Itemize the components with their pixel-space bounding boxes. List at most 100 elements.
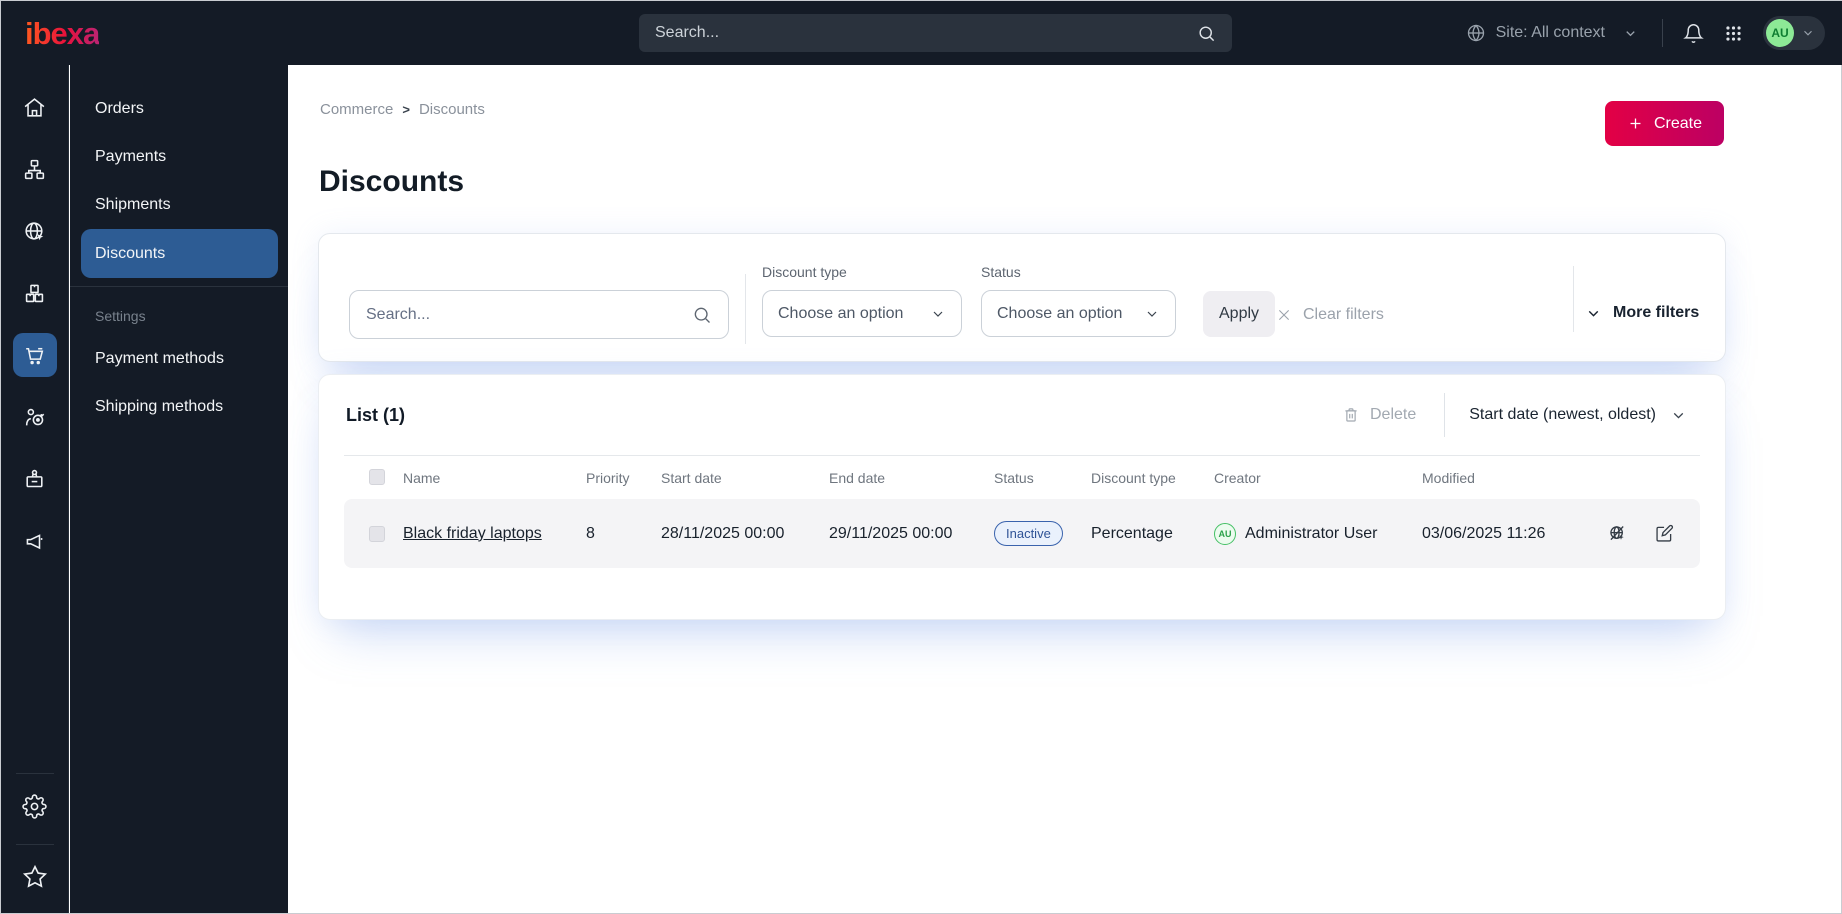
site-context-switcher[interactable]: Site: All context [1466, 23, 1638, 43]
main-content: Commerce > Discounts Create Discounts Di… [288, 65, 1841, 913]
col-priority: Priority [586, 470, 630, 486]
creator-avatar: AU [1214, 522, 1236, 545]
status-label: Status [981, 264, 1021, 280]
filter-divider [745, 274, 746, 344]
search-icon [692, 305, 712, 325]
menu-item-shipping-methods[interactable]: Shipping methods [70, 383, 288, 431]
row-priority: 8 [586, 524, 595, 542]
row-actions [1580, 523, 1675, 544]
filter-search-input[interactable] [366, 305, 692, 324]
filters-card: Discount type Choose an option Status Ch… [318, 233, 1726, 362]
status-select[interactable]: Choose an option [981, 290, 1176, 337]
chevron-down-icon [1623, 26, 1638, 41]
avatar: AU [1766, 19, 1794, 47]
gear-icon [22, 793, 47, 819]
list-header-divider [1444, 393, 1446, 437]
marketing-megaphone-icon [22, 529, 47, 554]
discount-type-value: Choose an option [778, 304, 904, 322]
menu-item-payment-methods[interactable]: Payment methods [70, 335, 288, 383]
clear-filters-label: Clear filters [1303, 306, 1384, 323]
apply-button[interactable]: Apply [1203, 291, 1276, 337]
delete-button-label: Delete [1369, 406, 1417, 423]
chevron-down-icon [1801, 26, 1815, 40]
sidebar-item-favorites[interactable] [13, 855, 57, 899]
sidebar-item-content[interactable] [13, 147, 57, 191]
menu-section-settings: Settings [95, 308, 146, 324]
user-menu[interactable]: AU [1763, 16, 1825, 50]
star-icon [22, 864, 48, 890]
sidebar-item-products[interactable] [13, 271, 57, 315]
search-icon [1197, 24, 1216, 43]
breadcrumb: Commerce > Discounts [320, 101, 485, 118]
global-search[interactable] [639, 14, 1232, 52]
table-header: Name Priority Start date End date Status… [344, 455, 1700, 499]
ibexa-logo: ibexa [25, 15, 100, 51]
commerce-cart-icon [22, 343, 47, 368]
notifications-bell-icon[interactable] [1683, 23, 1704, 44]
chevron-down-icon [1670, 407, 1687, 424]
select-all-checkbox[interactable] [369, 469, 385, 485]
plus-icon [1627, 115, 1644, 132]
breadcrumb-discounts[interactable]: Discounts [419, 101, 485, 118]
global-search-input[interactable] [655, 24, 1197, 42]
menu-item-orders[interactable]: Orders [70, 85, 288, 133]
commerce-submenu: Orders Payments Shipments Discounts Sett… [70, 65, 288, 913]
clear-filters-button[interactable]: Clear filters [1276, 300, 1384, 330]
row-checkbox[interactable] [369, 525, 385, 542]
col-modified: Modified [1422, 470, 1475, 486]
sort-select[interactable]: Start date (newest, oldest) [1469, 406, 1687, 424]
col-start-date: Start date [661, 470, 722, 486]
sidebar-item-dashboard[interactable] [13, 85, 57, 129]
sidebar-item-site[interactable] [13, 209, 57, 253]
site-globe-cursor-icon [22, 219, 47, 244]
filter-divider [1573, 266, 1574, 332]
sidebar-item-commerce[interactable] [12, 333, 57, 377]
row-discount-type: Percentage [1091, 524, 1173, 542]
edit-icon[interactable] [1654, 523, 1675, 544]
customers-badge-icon [22, 467, 47, 492]
main-nav-rail [1, 65, 69, 913]
row-modified: 03/06/2025 11:26 [1422, 524, 1546, 542]
discount-type-label: Discount type [762, 264, 847, 280]
status-badge: Inactive [994, 521, 1063, 546]
more-filters-label: More filters [1613, 304, 1700, 321]
create-button[interactable]: Create [1604, 101, 1724, 146]
sidebar-item-personalization[interactable] [13, 395, 57, 439]
discount-name-link[interactable]: Black friday laptops [403, 525, 586, 543]
more-filters-button[interactable]: More filters [1585, 298, 1699, 328]
col-name: Name [403, 470, 441, 486]
col-status: Status [994, 470, 1034, 486]
sort-select-value: Start date (newest, oldest) [1469, 406, 1656, 423]
personalization-target-icon [22, 405, 47, 430]
col-end-date: End date [829, 470, 886, 486]
rail-divider [15, 773, 54, 774]
close-icon [1276, 307, 1292, 323]
creator-cell: AU Administrator User [1214, 522, 1422, 545]
sidebar-item-customers[interactable] [13, 457, 57, 501]
menu-item-shipments[interactable]: Shipments [70, 181, 288, 229]
sidebar-item-marketing[interactable] [13, 519, 57, 563]
creator-name: Administrator User [1245, 524, 1378, 542]
table-row: Black friday laptops 8 28/11/2025 00:00 … [344, 499, 1700, 568]
col-creator: Creator [1214, 470, 1261, 486]
create-button-label: Create [1653, 114, 1702, 132]
list-title: List (1) [346, 404, 406, 425]
topbar-divider [1662, 19, 1663, 47]
home-icon [22, 95, 47, 120]
discount-type-select[interactable]: Choose an option [762, 290, 962, 337]
products-boxes-icon [22, 281, 47, 306]
app-grid-icon[interactable] [1724, 24, 1743, 43]
delete-button[interactable]: Delete [1342, 406, 1416, 424]
sidebar-item-admin[interactable] [13, 784, 57, 828]
menu-divider [70, 286, 288, 287]
filter-search[interactable] [349, 290, 729, 339]
site-globe-icon [1466, 23, 1486, 43]
discount-list-card: List (1) Delete Start date (newest, olde… [318, 374, 1726, 620]
breadcrumb-commerce[interactable]: Commerce [320, 101, 393, 118]
menu-item-discounts[interactable]: Discounts [81, 229, 278, 278]
preview-disabled-icon[interactable] [1607, 523, 1628, 544]
menu-item-payments[interactable]: Payments [70, 133, 288, 181]
col-discount-type: Discount type [1091, 470, 1176, 486]
topbar: ibexa Site: All context AU [1, 1, 1842, 65]
breadcrumb-separator: > [402, 102, 410, 117]
